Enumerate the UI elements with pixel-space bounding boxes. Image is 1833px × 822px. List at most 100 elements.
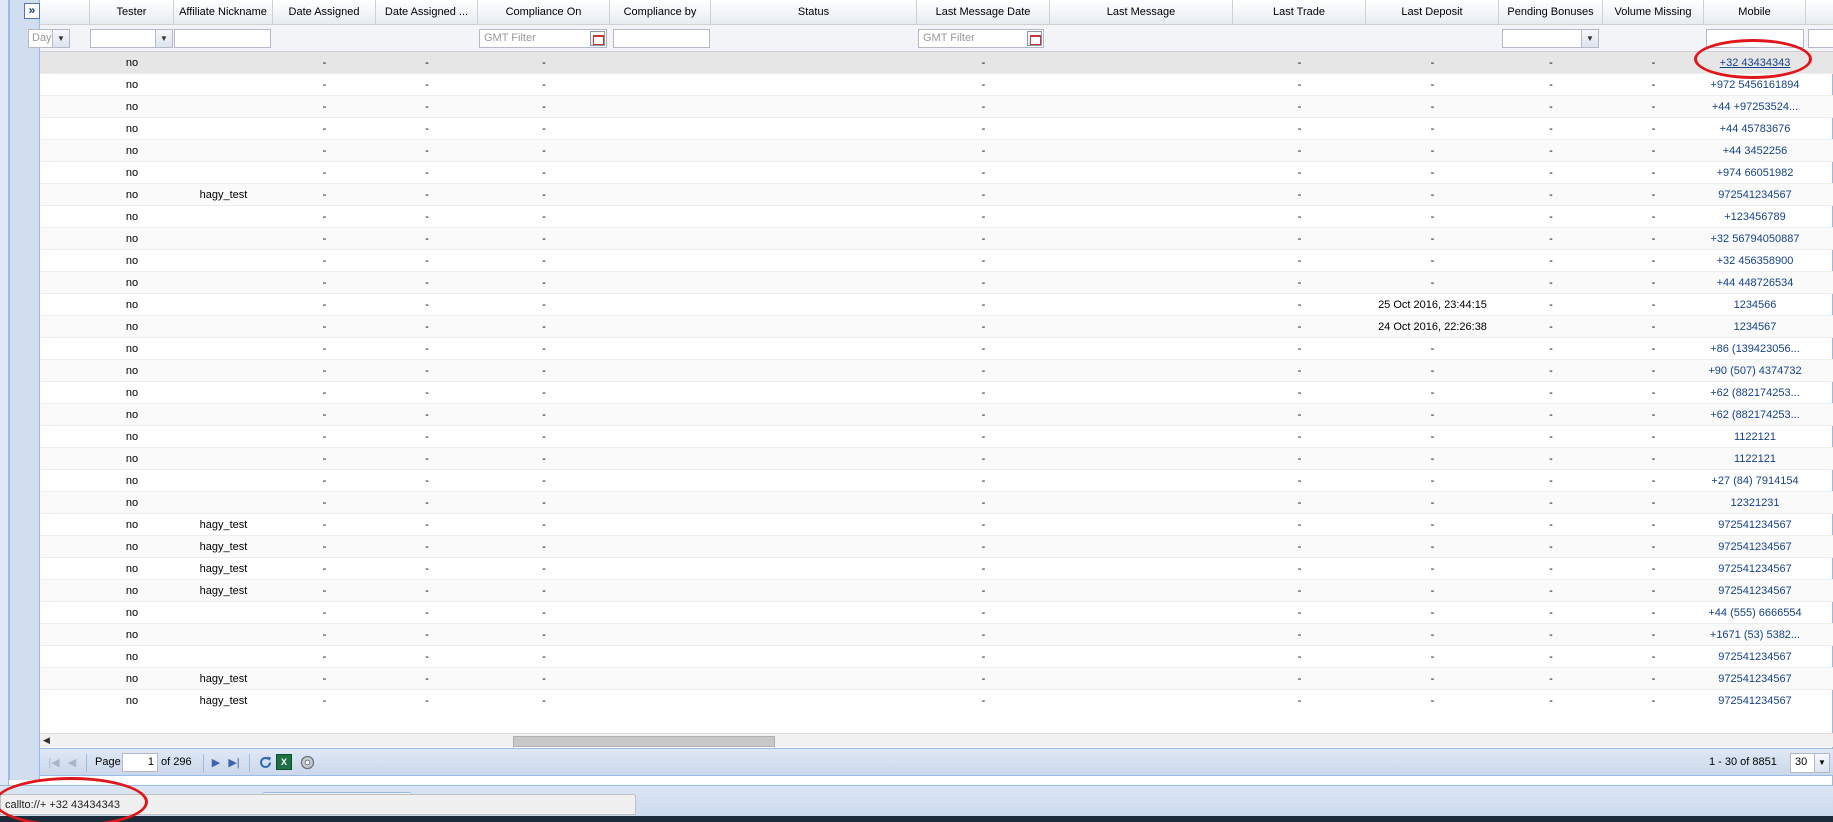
table-row[interactable]: no hagy_test - - - - - - - - 972541234567 [40, 184, 1833, 206]
cell-mobile[interactable]: 972541234567 [1704, 580, 1806, 602]
column-header-date-assigned2[interactable]: Date Assigned ... [376, 0, 478, 25]
cell-mobile[interactable]: 972541234567 [1704, 690, 1806, 710]
cell-mobile[interactable]: 1234566 [1704, 294, 1806, 316]
column-header-volume-missing[interactable]: Volume Missing [1603, 0, 1704, 25]
chevron-down-icon[interactable]: ▼ [155, 30, 172, 47]
column-header-status[interactable]: Status [711, 0, 917, 25]
expand-panel-button[interactable]: » [24, 3, 40, 19]
table-row[interactable]: no - - - - - - - - +1671 (53) 5382... [40, 624, 1833, 646]
table-row[interactable]: no - - - - - - - - +90 (507) 4374732 [40, 360, 1833, 382]
cell-mobile[interactable]: +44 +97253524... [1704, 96, 1806, 118]
table-row[interactable]: no - - - - - 25 Oct 2016, 23:44:15 - - 1234566 [40, 294, 1833, 316]
page-number-input[interactable]: 1 [122, 753, 158, 772]
column-header-c15[interactable] [1806, 0, 1833, 25]
compliance-by-filter-input[interactable] [613, 29, 710, 48]
column-header-compliance-by[interactable]: Compliance by [610, 0, 711, 25]
compliance-on-filter[interactable]: GMT Filter [479, 29, 607, 48]
gear-icon[interactable] [299, 754, 316, 771]
page-size-combo[interactable]: 30 ▼ [1790, 753, 1830, 773]
cell-mobile[interactable]: 972541234567 [1704, 514, 1806, 536]
table-row[interactable]: no - - - - - 24 Oct 2016, 22:26:38 - - 1234567 [40, 316, 1833, 338]
chevron-down-icon[interactable]: ▼ [1581, 30, 1598, 47]
last-page-icon[interactable]: ▶| [226, 755, 242, 771]
table-row[interactable]: no - - - - - - - - +972 5456161894 [40, 74, 1833, 96]
first-page-icon[interactable]: |◀ [46, 755, 62, 771]
column-header-last-message-date[interactable]: Last Message Date [917, 0, 1050, 25]
affiliate-filter-input[interactable] [174, 29, 271, 48]
cell-mobile[interactable]: +86 (139423056... [1704, 338, 1806, 360]
cell-mobile[interactable]: +62 (882174253... [1704, 382, 1806, 404]
cell-mobile[interactable]: 972541234567 [1704, 558, 1806, 580]
cell-mobile[interactable]: +1671 (53) 5382... [1704, 624, 1806, 646]
scroll-left-icon[interactable]: ◀ [43, 735, 50, 746]
table-row[interactable]: no - - - - - - - - 1122121 [40, 448, 1833, 470]
table-row[interactable]: no - - - - - - - - +32 456358900 [40, 250, 1833, 272]
cell-mobile[interactable]: 972541234567 [1704, 184, 1806, 206]
table-row[interactable]: no - - - - - - - - 1122121 [40, 426, 1833, 448]
cell-mobile[interactable]: +44 (555) 6666554 [1704, 602, 1806, 624]
cell-mobile[interactable]: +62 (882174253... [1704, 404, 1806, 426]
cell-mobile[interactable]: +32 456358900 [1704, 250, 1806, 272]
cell-mobile[interactable]: +44 3452256 [1704, 140, 1806, 162]
table-row[interactable]: no - - - - - - - - +44 +97253524... [40, 96, 1833, 118]
chevron-down-icon[interactable]: ▼ [1814, 754, 1829, 772]
column-header-last-trade[interactable]: Last Trade [1233, 0, 1366, 25]
cell-mobile[interactable]: +90 (507) 4374732 [1704, 360, 1806, 382]
cell-mobile[interactable]: 972541234567 [1704, 536, 1806, 558]
table-row[interactable]: no - - - - - - - - 12321231 [40, 492, 1833, 514]
cell-mobile[interactable]: +44 45783676 [1704, 118, 1806, 140]
cell-mobile[interactable]: +32 56794050887 [1704, 228, 1806, 250]
table-row[interactable]: no hagy_test - - - - - - - - 972541234567 [40, 536, 1833, 558]
cell-mobile[interactable]: +44 448726534 [1704, 272, 1806, 294]
table-row[interactable]: no - - - - - - - - +86 (139423056... [40, 338, 1833, 360]
cell-mobile[interactable]: 1234567 [1704, 316, 1806, 338]
column-header-mobile[interactable]: Mobile [1704, 0, 1806, 25]
table-row[interactable]: no - - - - - - - - +44 3452256 [40, 140, 1833, 162]
horizontal-scrollbar[interactable]: ◀ [40, 733, 1833, 747]
cell-mobile[interactable]: 972541234567 [1704, 668, 1806, 690]
table-row[interactable]: no - - - - - - - - +32 43434343 [40, 52, 1833, 74]
table-row[interactable]: no hagy_test - - - - - - - - 972541234567 [40, 690, 1833, 710]
cell-mobile[interactable]: 12321231 [1704, 492, 1806, 514]
column-header-c0[interactable] [40, 0, 90, 25]
column-header-compliance-on[interactable]: Compliance On [478, 0, 610, 25]
cell-mobile[interactable]: +27 (84) 7914154 [1704, 470, 1806, 492]
table-row[interactable]: no hagy_test - - - - - - - - 972541234567 [40, 580, 1833, 602]
column-header-date-assigned[interactable]: Date Assigned [273, 0, 376, 25]
cell-mobile[interactable]: +974 66051982 [1704, 162, 1806, 184]
refresh-icon[interactable] [257, 754, 274, 771]
chevron-down-icon[interactable]: ▼ [52, 30, 69, 47]
table-row[interactable]: no - - - - - - - - +44 448726534 [40, 272, 1833, 294]
table-row[interactable]: no - - - - - - - - +44 45783676 [40, 118, 1833, 140]
table-row[interactable]: no - - - - - - - - +974 66051982 [40, 162, 1833, 184]
table-row[interactable]: no - - - - - - - - +44 (555) 6666554 [40, 602, 1833, 624]
column-header-affiliate[interactable]: Affiliate Nickname [174, 0, 273, 25]
cell-mobile[interactable]: +123456789 [1704, 206, 1806, 228]
table-row[interactable]: no - - - - - - - - +27 (84) 7914154 [40, 470, 1833, 492]
column-header-last-deposit[interactable]: Last Deposit [1366, 0, 1499, 25]
column-header-last-message[interactable]: Last Message [1050, 0, 1233, 25]
prev-page-icon[interactable]: ◀ [64, 755, 80, 771]
table-row[interactable]: no hagy_test - - - - - - - - 972541234567 [40, 514, 1833, 536]
table-row[interactable]: no - - - - - - - - +123456789 [40, 206, 1833, 228]
day-filter-combo[interactable]: Day ▼ [28, 29, 70, 48]
tester-filter-combo[interactable]: ▼ [90, 29, 173, 48]
cell-mobile[interactable]: 1122121 [1704, 448, 1806, 470]
last-message-date-filter[interactable]: GMT Filter [918, 29, 1044, 48]
cell-mobile[interactable]: 972541234567 [1704, 646, 1806, 668]
column-header-tester[interactable]: Tester [90, 0, 174, 25]
table-row[interactable]: no - - - - - - - - +62 (882174253... [40, 404, 1833, 426]
scrollbar-thumb[interactable] [513, 736, 775, 747]
calendar-icon[interactable] [590, 31, 605, 46]
table-row[interactable]: no - - - - - - - - 972541234567 [40, 646, 1833, 668]
table-row[interactable]: no hagy_test - - - - - - - - 972541234567 [40, 668, 1833, 690]
table-row[interactable]: no - - - - - - - - +62 (882174253... [40, 382, 1833, 404]
column-header-pending-bonuses[interactable]: Pending Bonuses [1499, 0, 1603, 25]
table-row[interactable]: no hagy_test - - - - - - - - 972541234567 [40, 558, 1833, 580]
next-column-filter-input[interactable] [1808, 29, 1833, 48]
cell-mobile[interactable]: 1122121 [1704, 426, 1806, 448]
next-page-icon[interactable]: ▶ [208, 755, 224, 771]
excel-export-icon[interactable]: X [276, 754, 292, 770]
pending-bonuses-filter-combo[interactable]: ▼ [1502, 29, 1599, 48]
table-row[interactable]: no - - - - - - - - +32 56794050887 [40, 228, 1833, 250]
